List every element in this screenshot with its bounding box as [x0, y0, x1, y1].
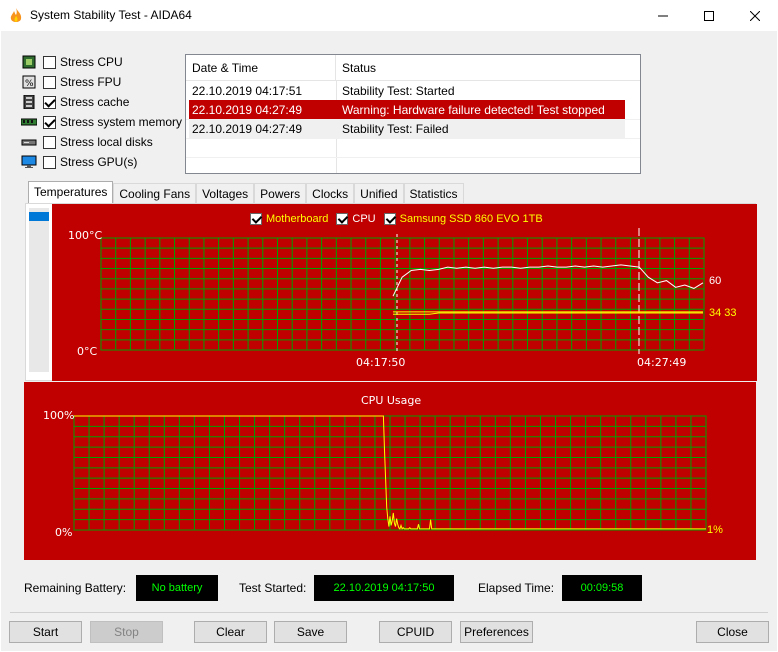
disk-drive-icon	[21, 139, 37, 146]
clear-button[interactable]: Clear	[194, 621, 267, 643]
stress-fpu-option[interactable]: % Stress FPU	[21, 73, 121, 91]
stress-memory-label: Stress system memory	[60, 115, 183, 129]
start-button[interactable]: Start	[9, 621, 82, 643]
tab-statistics[interactable]: Statistics	[403, 183, 464, 204]
save-button[interactable]: Save	[274, 621, 347, 643]
client-area: Stress CPU % Stress FPU Stress cache Str…	[1, 31, 777, 651]
temp-x-label-start: 04:17:50	[356, 356, 406, 369]
test-started-value: 22.10.2019 04:17:50	[314, 575, 454, 601]
temp-x-label-end: 04:27:49	[637, 356, 687, 369]
aida64-flame-icon	[10, 8, 22, 22]
cpu-y-min-label: 0%	[55, 526, 73, 539]
log-row-time: 22.10.2019 04:17:51	[192, 84, 303, 98]
fpu-icon: %	[22, 75, 36, 89]
log-header-status[interactable]: Status	[336, 55, 382, 80]
test-started-label: Test Started:	[239, 581, 307, 595]
temperature-panel: Motherboard CPU Samsung SSD 860 EVO 1TB …	[25, 203, 757, 381]
log-row-status: Stability Test: Started	[342, 84, 455, 98]
stress-cpu-checkbox[interactable]	[43, 55, 56, 69]
log-row-warning[interactable]: 22.10.2019 04:27:49 Warning: Hardware fa…	[189, 100, 625, 119]
stress-memory-option[interactable]: Stress system memory	[21, 113, 182, 131]
separator	[10, 612, 768, 613]
cpuid-button[interactable]: CPUID	[379, 621, 452, 643]
temperature-plot	[100, 228, 705, 354]
tab-cooling-fans[interactable]: Cooling Fans	[113, 183, 197, 204]
tab-powers[interactable]: Powers	[254, 183, 307, 204]
minimize-icon	[658, 15, 668, 16]
log-row-status: Warning: Hardware failure detected! Test…	[342, 103, 605, 117]
cache-icon	[23, 95, 35, 109]
tab-temperatures[interactable]: Temperatures	[28, 181, 114, 204]
stop-button[interactable]: Stop	[90, 621, 163, 643]
cpu-usage-plot	[73, 415, 707, 531]
preferences-button[interactable]: Preferences	[460, 621, 533, 643]
log-row[interactable]: 22.10.2019 04:17:51 Stability Test: Star…	[189, 81, 625, 100]
temp-y-min-label: 0°C	[77, 345, 98, 358]
sensor-scrollbar-thumb[interactable]	[29, 212, 49, 221]
monitor-icon	[21, 155, 37, 168]
stress-cpu-option[interactable]: Stress CPU	[21, 53, 123, 71]
maximize-button[interactable]	[686, 0, 732, 31]
cpu-chip-icon	[22, 55, 36, 69]
stress-cpu-label: Stress CPU	[60, 55, 123, 69]
stress-fpu-label: Stress FPU	[60, 75, 122, 89]
log-row-status: Stability Test: Failed	[342, 122, 449, 136]
log-list[interactable]: Date & Time Status 22.10.2019 04:17:51 S…	[185, 54, 641, 174]
tab-unified[interactable]: Unified	[354, 183, 404, 204]
battery-value: No battery	[136, 575, 218, 601]
log-row-divider	[186, 138, 640, 139]
log-header: Date & Time Status	[186, 55, 640, 81]
window-title: System Stability Test - AIDA64	[30, 8, 192, 22]
memory-module-icon	[21, 118, 37, 126]
stress-fpu-checkbox[interactable]	[43, 75, 56, 89]
log-header-datetime[interactable]: Date & Time	[186, 55, 336, 80]
minimize-button[interactable]	[640, 0, 686, 31]
cpu-temp-value-label: 60	[709, 275, 722, 287]
log-row-time: 22.10.2019 04:27:49	[192, 122, 303, 136]
stress-gpu-label: Stress GPU(s)	[60, 155, 138, 169]
log-row-time: 22.10.2019 04:27:49	[192, 103, 303, 117]
maximize-icon	[704, 10, 714, 21]
stress-disks-checkbox[interactable]	[43, 135, 56, 149]
svg-text:%: %	[25, 79, 34, 89]
graph-tabs: Temperatures Cooling Fans Voltages Power…	[28, 181, 464, 204]
cpu-usage-chart: CPU Usage 100% 0% 1%	[24, 382, 756, 560]
close-window-button[interactable]	[732, 0, 778, 31]
battery-label: Remaining Battery:	[24, 581, 127, 595]
temperature-chart: Motherboard CPU Samsung SSD 860 EVO 1TB …	[52, 204, 757, 381]
mb-ssd-temp-value-label: 34 33	[709, 307, 737, 319]
stress-gpu-option[interactable]: Stress GPU(s)	[21, 153, 137, 171]
stress-cache-label: Stress cache	[60, 95, 130, 109]
tab-clocks[interactable]: Clocks	[306, 183, 355, 204]
temp-y-max-label: 100°C	[68, 229, 103, 242]
stress-memory-checkbox[interactable]	[43, 115, 56, 129]
plot-frame	[100, 237, 705, 351]
cpu-usage-value-label: 1%	[707, 524, 723, 536]
cpu-y-max-label: 100%	[43, 409, 75, 422]
close-icon	[750, 10, 760, 21]
stress-cache-checkbox[interactable]	[43, 95, 56, 109]
elapsed-time-value: 00:09:58	[562, 575, 642, 601]
log-row[interactable]: 22.10.2019 04:27:49 Stability Test: Fail…	[189, 119, 625, 138]
stress-disks-label: Stress local disks	[60, 135, 153, 149]
stress-disks-option[interactable]: Stress local disks	[21, 133, 153, 151]
stress-cache-option[interactable]: Stress cache	[21, 93, 129, 111]
cpu-usage-title: CPU Usage	[361, 394, 422, 407]
log-row-divider	[186, 157, 640, 158]
title-bar: System Stability Test - AIDA64	[0, 0, 778, 31]
tab-voltages[interactable]: Voltages	[196, 183, 255, 204]
sensor-scrollbar[interactable]	[29, 208, 49, 372]
stress-gpu-checkbox[interactable]	[43, 155, 56, 169]
close-button[interactable]: Close	[696, 621, 769, 643]
elapsed-time-label: Elapsed Time:	[478, 581, 555, 595]
